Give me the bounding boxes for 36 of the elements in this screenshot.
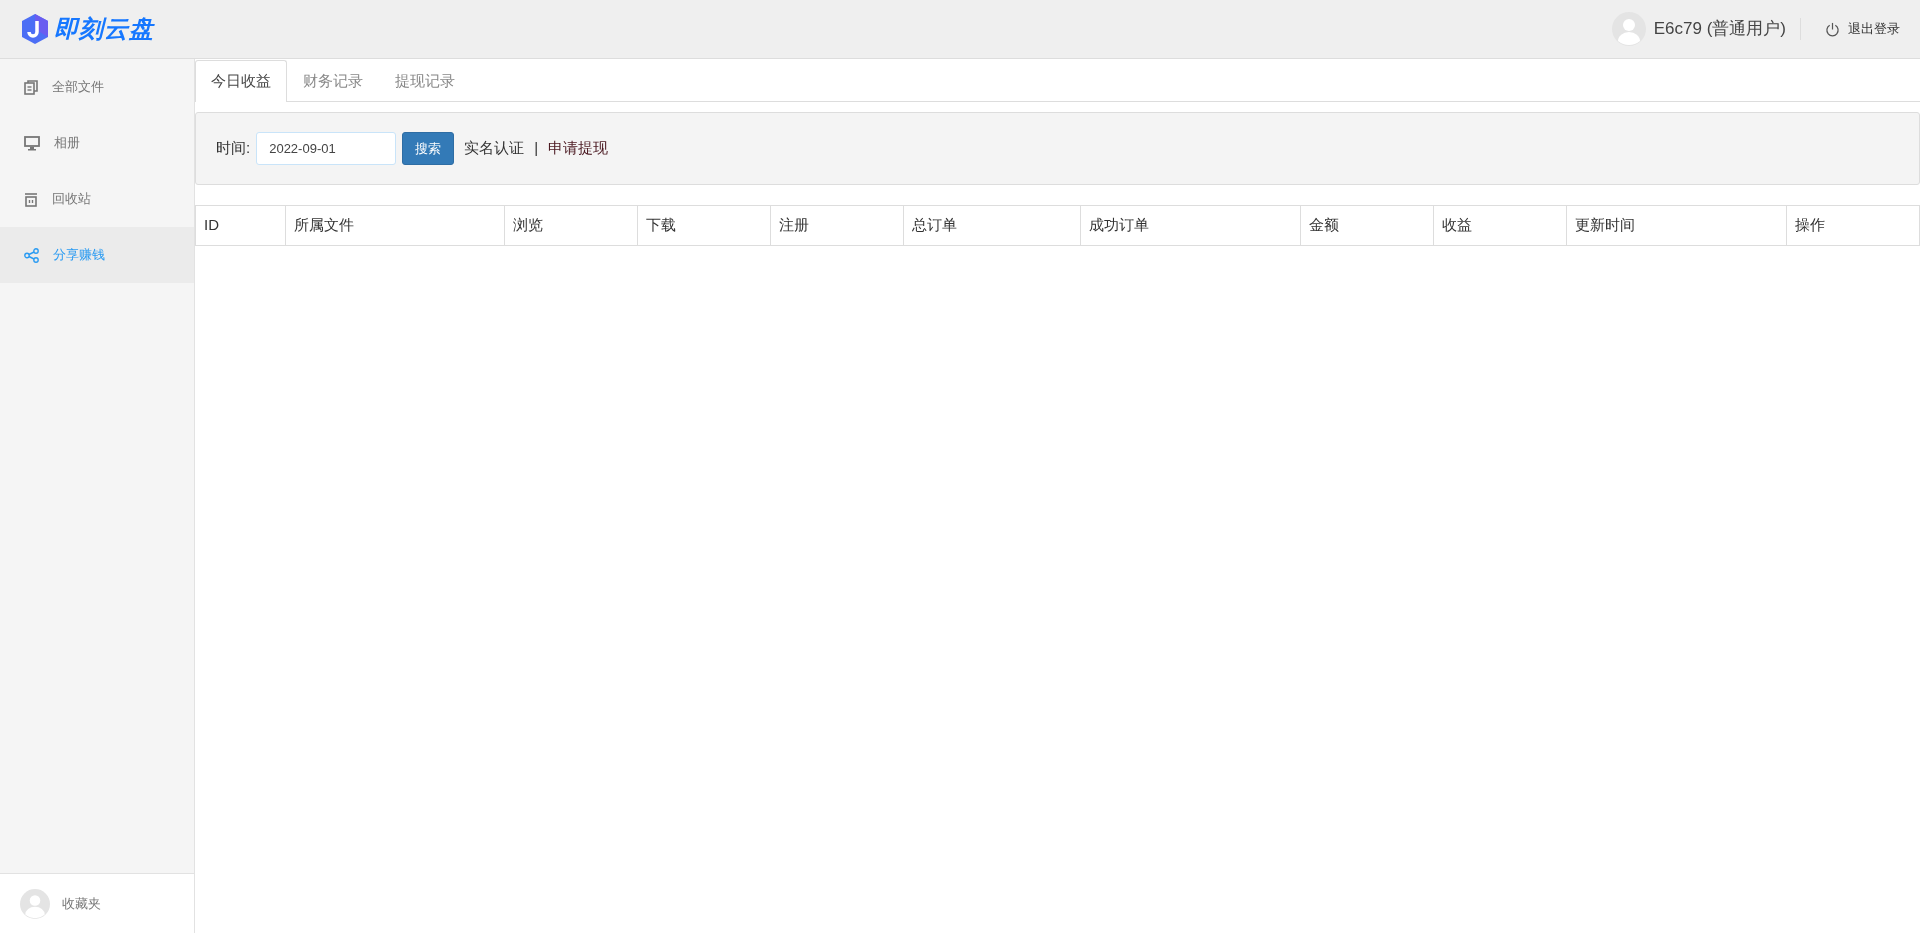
date-field[interactable]: 2022-09-01 [256,132,397,165]
column-header: 浏览 [504,205,638,246]
power-icon [1825,21,1840,37]
column-header: 下载 [637,205,771,246]
column-header: 注册 [770,205,904,246]
column-header: 操作 [1786,205,1920,246]
sidebar-item[interactable]: 相册 [0,115,194,171]
column-header: 收益 [1433,205,1567,246]
favorites-label[interactable]: 收藏夹 [62,893,101,914]
column-header: ID [195,205,286,246]
link-separator: | [534,138,539,159]
share-icon [24,247,39,263]
trash-icon [24,191,38,207]
monitor-icon [24,135,40,151]
withdraw-link[interactable]: 申请提现 [548,137,609,160]
verification-link[interactable]: 实名认证 [464,137,525,160]
avatar-icon [1611,12,1646,46]
logo-text: 即刻云盘 [54,14,154,44]
tab[interactable]: 财务记录 [287,59,379,102]
files-icon [24,79,38,95]
user-name[interactable]: E6c79 (普通用户) [1653,16,1786,42]
time-label: 时间: [216,138,251,159]
logo-icon [20,13,50,45]
avatar-icon [20,888,50,919]
column-header: 所属文件 [285,205,505,246]
sidebar-item[interactable]: 回收站 [0,171,194,227]
search-button[interactable]: 搜索 [402,132,455,165]
column-header: 更新时间 [1566,205,1787,246]
tab[interactable]: 今日收益 [195,59,287,102]
tab[interactable]: 提现记录 [379,59,471,102]
column-header: 成功订单 [1080,205,1301,246]
column-header: 总订单 [903,205,1081,246]
sidebar-item[interactable]: 全部文件 [0,59,194,115]
column-header: 金额 [1300,205,1434,246]
logout-button[interactable]: 退出登录 [1825,19,1900,39]
sidebar-item[interactable]: 分享赚钱 [0,227,194,283]
